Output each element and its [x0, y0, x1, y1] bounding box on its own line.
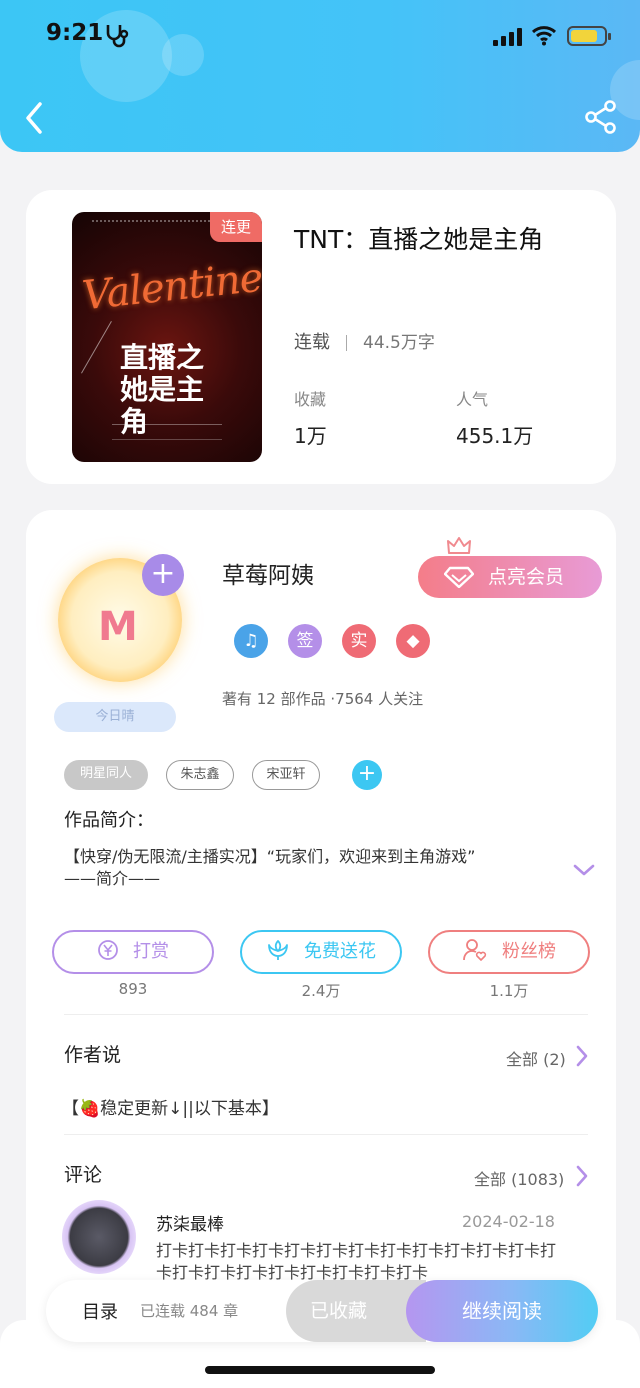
comment-date: 2024-02-18 [462, 1212, 555, 1231]
cover-script-title: Valentine [80, 254, 262, 320]
user-heart-icon [463, 939, 487, 961]
intro-line: ——简介—— [64, 869, 161, 888]
book-title: TNT：直播之她是主角 [294, 225, 544, 254]
stat-popularity: 人气 455.1万 [456, 386, 533, 449]
author-card: M + 今日晴 草莓阿姨 点亮会员 ♫ 签 实 ◆ 著有 12 部作品 ·756… [26, 510, 616, 1388]
stat-label: 收藏 [294, 390, 327, 409]
activate-vip-button[interactable]: 点亮会员 [418, 556, 602, 598]
comment-body: 打卡打卡打卡打卡打卡打卡打卡打卡打卡打卡打卡打卡打卡打卡打卡打卡打卡打卡打卡打卡… [156, 1241, 557, 1282]
comments-all-link[interactable]: 全部 (1083) [474, 1166, 564, 1190]
commenter-avatar[interactable] [62, 1200, 136, 1274]
crown-icon [447, 537, 471, 554]
chapter-count: 已连载 484 章 [140, 1302, 239, 1320]
intro-heading: 作品简介： [64, 810, 154, 831]
diamond-icon [444, 566, 474, 588]
stat-value: 455.1万 [456, 424, 534, 448]
divider [64, 1014, 588, 1015]
commenter-name[interactable]: 苏柒最棒 [156, 1210, 224, 1235]
tip-button-label: 打赏 [133, 941, 169, 962]
book-status: 连载 [294, 332, 330, 353]
author-say-all-link[interactable]: 全部 (2) [506, 1046, 566, 1070]
tip-count: 893 [118, 980, 148, 998]
chevron-right-icon[interactable] [574, 1164, 590, 1188]
divider [64, 1134, 588, 1135]
cellular-signal-icon [493, 28, 523, 46]
author-say-text[interactable]: 【🍓稳定更新↓||以下基本】 [62, 1094, 279, 1119]
serial-badge: 连更 [210, 212, 262, 242]
chevron-down-icon[interactable] [572, 862, 596, 878]
book-info-card: Valentine 直播之她是主角 连更 TNT：直播之她是主角 连载 44.5万… [26, 190, 616, 484]
book-cover[interactable]: Valentine 直播之她是主角 [72, 212, 262, 462]
author-say-heading: 作者说 [64, 1044, 122, 1066]
continue-reading-button[interactable]: 继续阅读 [406, 1280, 598, 1342]
word-count: 44.5万字 [363, 333, 435, 353]
status-time: 9:21 [46, 20, 104, 46]
wifi-icon [531, 26, 557, 46]
vip-button-label: 点亮会员 [488, 566, 565, 588]
avatar-logo: M [98, 604, 138, 650]
stat-favorites: 收藏 1万 [294, 386, 327, 449]
tag-item[interactable]: 宋亚轩 [252, 760, 320, 790]
signed-honor-icon[interactable]: 签 [288, 624, 322, 658]
header-banner: 9:21 [0, 0, 640, 152]
author-works-info: 著有 12 部作品 ·7564 人关注 [222, 690, 424, 708]
flower-count: 2.4万 [301, 982, 341, 1000]
weather-badge: 今日晴 [54, 702, 176, 732]
comments-heading: 评论 [64, 1164, 103, 1186]
yen-coin-icon [98, 940, 118, 960]
battery-icon [567, 26, 611, 46]
stethoscope-icon [106, 25, 129, 48]
tip-button[interactable]: 打赏 [52, 930, 214, 974]
tag-item[interactable]: 明星同人 [64, 760, 148, 790]
add-tag-button[interactable]: + [352, 760, 382, 790]
fan-ranking-label: 粉丝榜 [502, 941, 556, 962]
intro-line: 【快穿/伪无限流/主播实况】“玩家们，欢迎来到主角游戏” [64, 847, 476, 866]
collected-button[interactable]: 已收藏 [286, 1280, 426, 1342]
verified-honor-icon[interactable]: 实 [342, 624, 376, 658]
intro-text: 【快穿/伪无限流/主播实况】“玩家们，欢迎来到主角游戏” ——简介—— [64, 846, 564, 890]
send-flower-label: 免费送花 [304, 941, 376, 962]
fan-count: 1.1万 [489, 982, 529, 1000]
music-honor-icon[interactable]: ♫ [234, 624, 268, 658]
flower-icon [268, 940, 288, 960]
table-of-contents-button[interactable]: 目录 [82, 1298, 118, 1324]
chevron-right-icon[interactable] [574, 1044, 590, 1068]
home-indicator[interactable] [205, 1366, 435, 1374]
tag-item[interactable]: 朱志鑫 [166, 760, 234, 790]
diamond-honor-icon[interactable]: ◆ [396, 624, 430, 658]
author-name[interactable]: 草莓阿姨 [222, 556, 314, 590]
book-meta: 连载 44.5万字 [294, 328, 435, 354]
fan-ranking-button[interactable]: 粉丝榜 [428, 930, 590, 974]
share-icon[interactable] [584, 100, 618, 134]
follow-plus-button[interactable]: + [142, 554, 184, 596]
stat-label: 人气 [456, 390, 489, 409]
back-arrow-icon[interactable] [22, 100, 48, 136]
status-bar: 9:21 [0, 18, 640, 54]
stat-value: 1万 [294, 424, 327, 448]
send-flower-button[interactable]: 免费送花 [240, 930, 402, 974]
bottom-action-bar: 目录 已连载 484 章 已收藏 继续阅读 [46, 1280, 598, 1342]
